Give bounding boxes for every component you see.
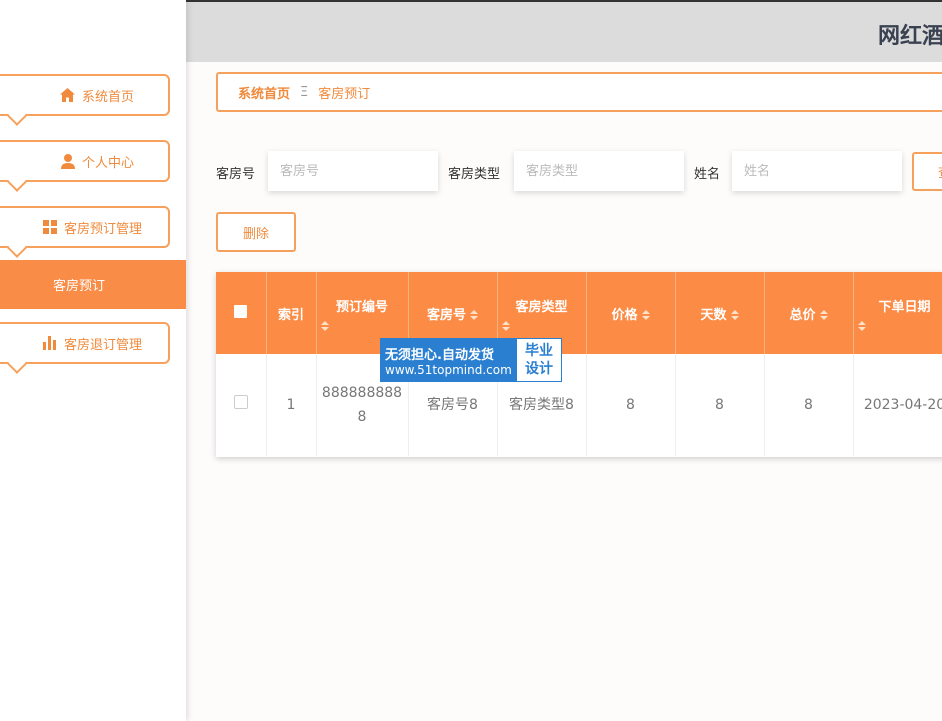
watermark-badge2: 设计: [525, 361, 553, 377]
sort-icon[interactable]: [501, 320, 582, 331]
select-all-checkbox[interactable]: [234, 304, 248, 318]
delete-button[interactable]: 删除: [216, 212, 296, 252]
sort-icon[interactable]: [857, 320, 942, 331]
column-header-total[interactable]: 总价: [764, 272, 854, 354]
room-type-label: 客房类型: [448, 167, 501, 182]
app-title: 网红酒: [878, 24, 942, 49]
booking-table: 索引 预订编号 客房号 客房类型 价格 天数 总价 下单日期 1 8888888…: [216, 272, 942, 457]
user-icon: [60, 153, 76, 169]
bar-chart-icon: [42, 335, 58, 351]
column-header-index: 索引: [266, 272, 317, 354]
sidebar-item-cancellation-management[interactable]: 客房退订管理: [0, 322, 170, 374]
sort-icon[interactable]: [819, 310, 828, 320]
sidebar-subitem-label: 客房预订: [53, 279, 106, 294]
cell-index: 1: [266, 354, 317, 456]
sidebar-item-booking-management[interactable]: 客房预订管理: [0, 206, 170, 258]
row-select-cell[interactable]: [216, 354, 267, 456]
row-checkbox[interactable]: [233, 395, 248, 409]
breadcrumb: 系统首页 Ξ 客房预订: [216, 72, 942, 112]
sidebar-item-profile[interactable]: 个人中心: [0, 140, 170, 192]
sidebar-item-label: 客房预订管理: [63, 221, 142, 237]
watermark-url: www.51topmind.com: [385, 362, 512, 377]
cell-days: 8: [675, 354, 765, 456]
select-all-cell[interactable]: [216, 272, 267, 354]
top-header: 网红酒: [186, 0, 942, 62]
query-button[interactable]: 查: [912, 152, 942, 191]
query-button-label: 查: [938, 162, 942, 181]
column-header-price[interactable]: 价格: [586, 272, 676, 354]
sidebar-item-label: 客房退订管理: [63, 337, 142, 353]
sidebar: 系统首页 个人中心 客房预订管理 客房预订 客房退订管理: [0, 0, 186, 721]
delete-button-label: 删除: [242, 226, 269, 242]
breadcrumb-current: 客房预订: [318, 86, 371, 102]
cell-order-date: 2023-04-20: [853, 354, 942, 456]
sort-icon[interactable]: [641, 310, 650, 320]
column-header-order-date[interactable]: 下单日期: [853, 272, 942, 354]
sort-icon[interactable]: [470, 310, 478, 320]
column-header-days[interactable]: 天数: [675, 272, 765, 354]
room-no-input[interactable]: [268, 151, 438, 191]
table-row[interactable]: 1 8888888888 客房号8 客房类型8 8 8 8 2023-04-20: [216, 354, 942, 456]
watermark-badge1: 毕业: [525, 343, 553, 359]
sidebar-item-label: 个人中心: [81, 155, 134, 171]
cell-price: 8: [586, 354, 676, 456]
sort-icon[interactable]: [320, 320, 404, 331]
name-input[interactable]: [732, 151, 902, 191]
name-label: 姓名: [694, 167, 721, 182]
sidebar-item-home[interactable]: 系统首页: [0, 74, 170, 126]
sort-icon[interactable]: [730, 310, 739, 320]
grid-icon: [42, 219, 58, 235]
room-no-label: 客房号: [216, 167, 256, 182]
watermark-line1: 无须担心.自动发货: [385, 347, 494, 363]
home-icon: [60, 87, 76, 103]
room-type-input[interactable]: [514, 151, 684, 191]
sidebar-subitem-room-booking[interactable]: 客房预订: [0, 260, 186, 309]
breadcrumb-separator: Ξ: [300, 84, 309, 100]
cell-total: 8: [764, 354, 854, 456]
breadcrumb-home-link[interactable]: 系统首页: [238, 83, 290, 102]
sidebar-item-label: 系统首页: [81, 89, 134, 105]
table-header-row: 索引 预订编号 客房号 客房类型 价格 天数 总价 下单日期: [216, 272, 942, 354]
watermark-banner: 无须担心.自动发货 www.51topmind.com 毕业 设计: [380, 338, 562, 382]
